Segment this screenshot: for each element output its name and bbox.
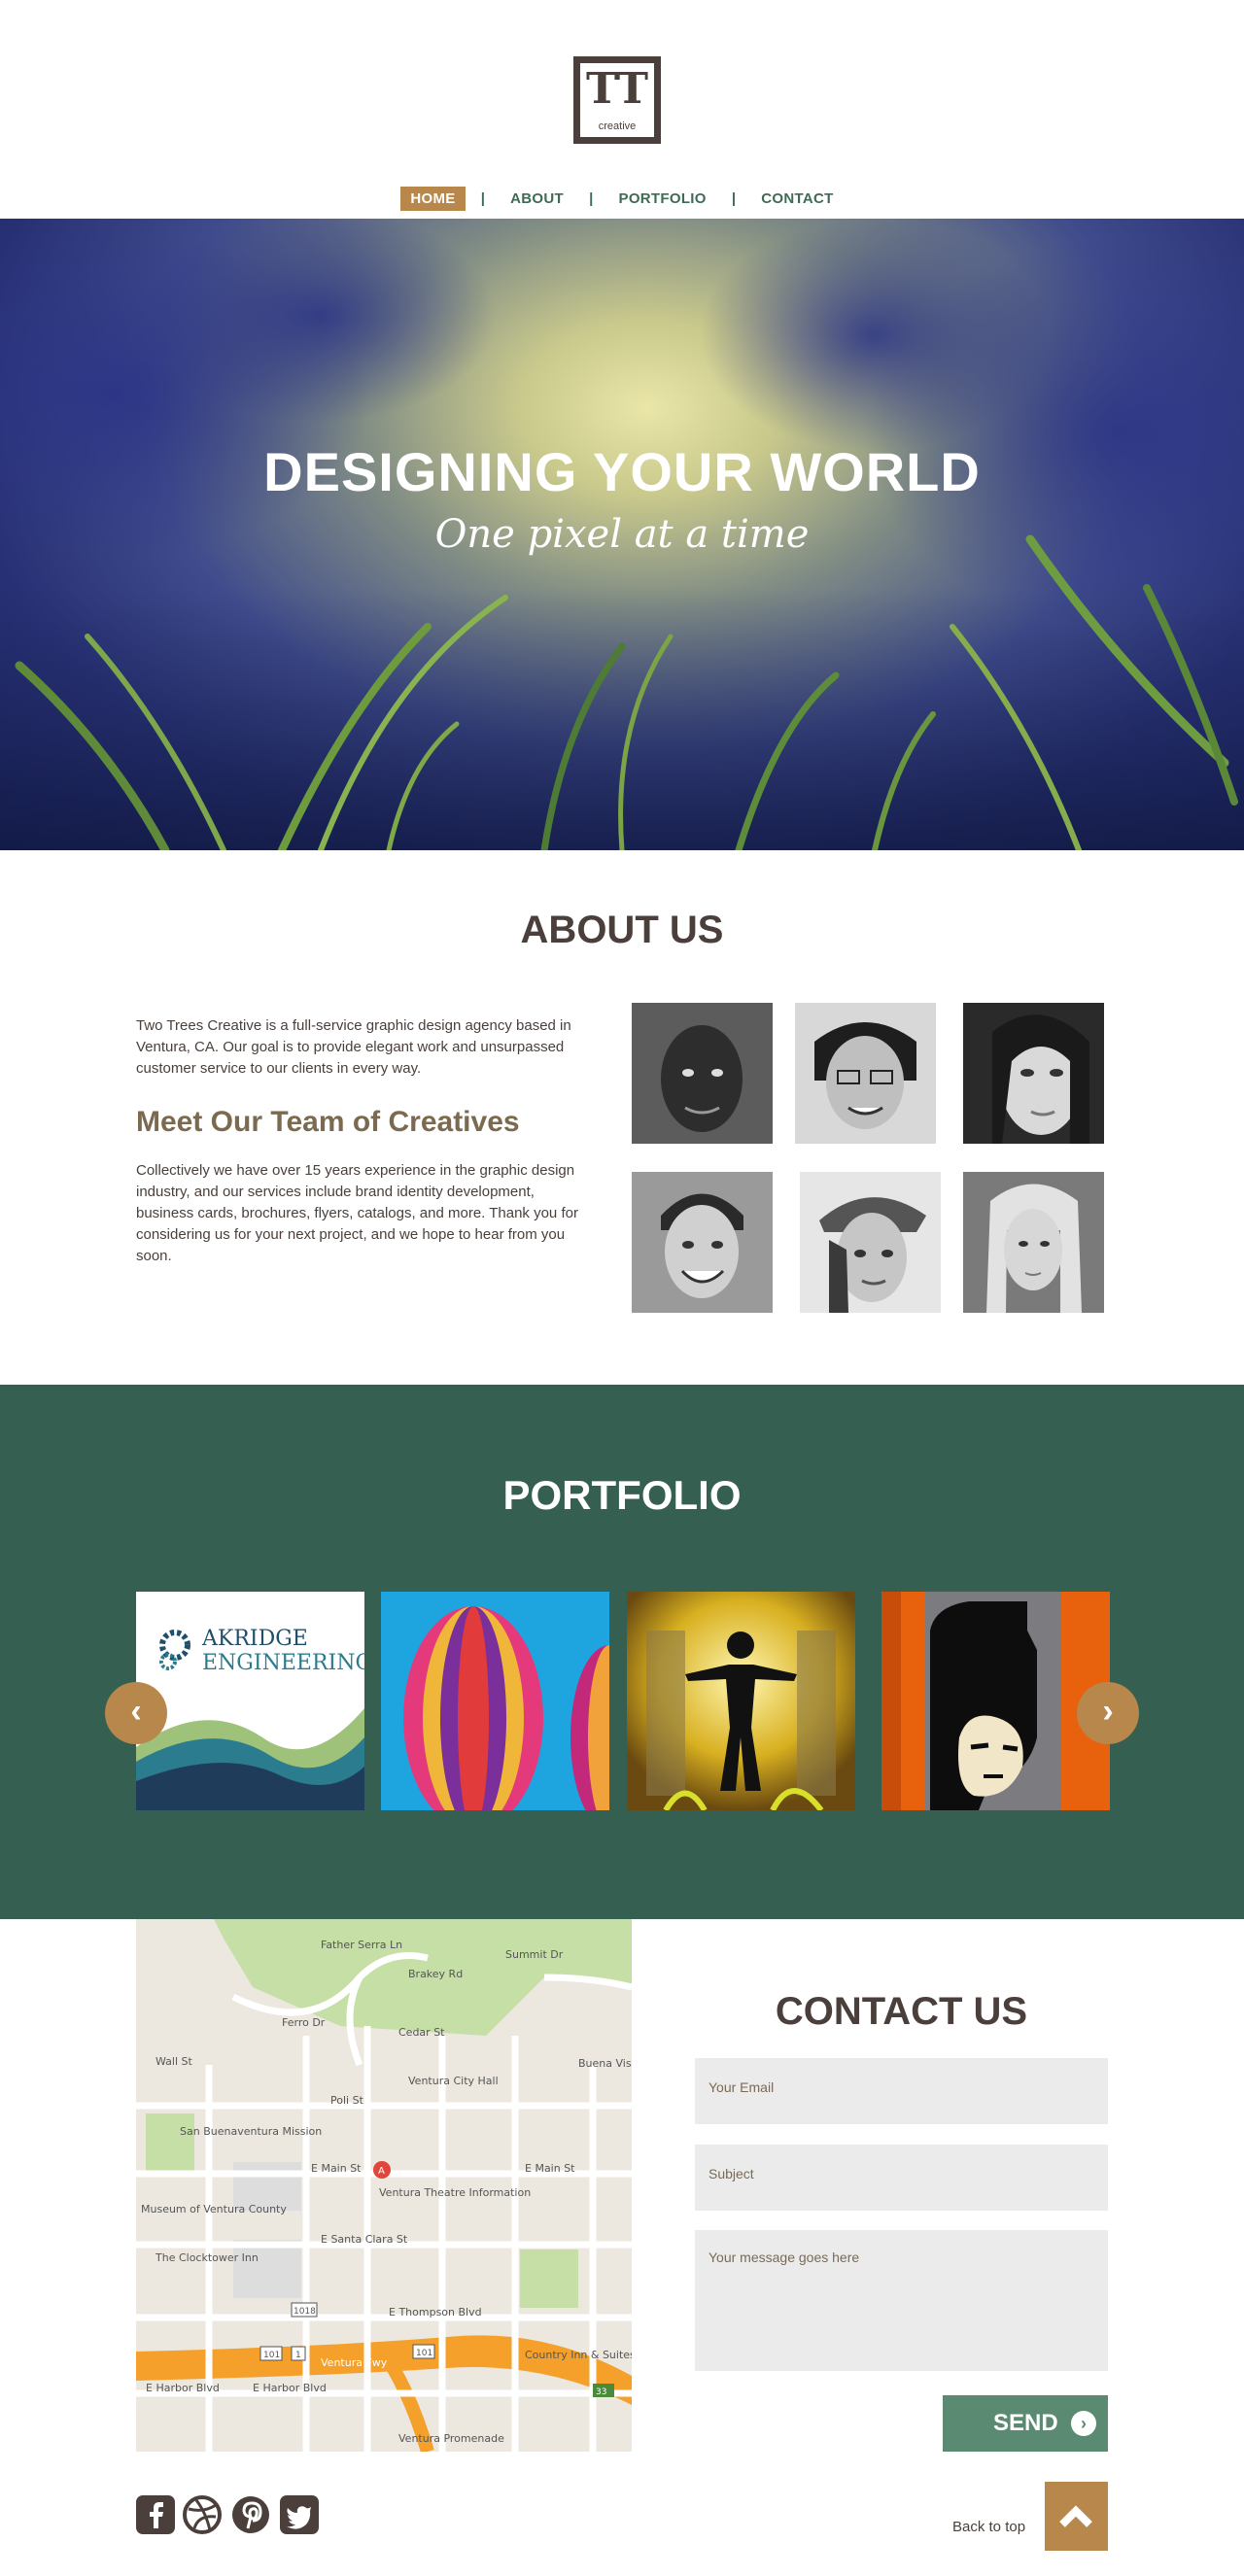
- logo-text: creative: [598, 120, 637, 132]
- send-button[interactable]: SEND ›: [943, 2395, 1108, 2452]
- map-label-theatre: Ventura Theatre Information: [379, 2186, 531, 2199]
- message-field[interactable]: Your message goes here: [695, 2230, 1108, 2371]
- map-label-ferro: Ferro Dr: [282, 2016, 326, 2029]
- map-label-summit: Summit Dr: [505, 1948, 564, 1961]
- back-to-top-button[interactable]: [1045, 2482, 1108, 2551]
- portfolio-title: PORTFOLIO: [502, 1472, 742, 1518]
- email-field[interactable]: Your Email: [695, 2058, 1108, 2124]
- about-title: ABOUT US: [520, 909, 724, 951]
- team-title: Meet Our Team of Creatives: [136, 1106, 520, 1138]
- contact-title: CONTACT US: [775, 1990, 1028, 2033]
- map-shield-1: 1: [295, 2351, 301, 2360]
- hero-banner: DESIGNING YOUR WORLD One pixel at a time: [0, 219, 1244, 850]
- site-header: TT creative HOME | ABOUT | PORTFOLIO | C…: [0, 0, 1244, 219]
- nav-separator: |: [731, 190, 737, 207]
- nav-about[interactable]: ABOUT: [501, 187, 573, 211]
- team-member-photo[interactable]: [963, 1003, 1104, 1144]
- main-nav: HOME | ABOUT | PORTFOLIO | CONTACT: [0, 187, 1244, 211]
- akridge-line1: AKRIDGE: [201, 1627, 308, 1651]
- map-label-thompson: E Thompson Blvd: [389, 2306, 482, 2318]
- map-label-poli: Poli St: [330, 2094, 364, 2107]
- map-label-main-2: E Main St: [525, 2162, 575, 2175]
- about-intro: Two Trees Creative is a full-service gra…: [136, 1017, 571, 1077]
- map-label-harbor-2: E Harbor Blvd: [253, 2382, 327, 2394]
- nav-portfolio[interactable]: PORTFOLIO: [609, 187, 716, 211]
- map-label-promenade: Ventura Promenade: [398, 2432, 504, 2445]
- nav-separator: |: [589, 190, 594, 207]
- map-label-santa-clara: E Santa Clara St: [321, 2233, 408, 2246]
- map-shield-1018: 1018: [294, 2307, 316, 2317]
- map-label-father-serra: Father Serra Ln: [321, 1939, 402, 1951]
- map-shield-101-2: 101: [416, 2349, 432, 2358]
- chevron-up-icon: [1059, 2505, 1092, 2527]
- team-text: Collectively we have over 15 years exper…: [136, 1162, 578, 1264]
- portfolio-section: PORTFOLIO AKRIDGE ENGINEERING ‹ ›: [0, 1385, 1244, 1919]
- map-label-buena-vista: Buena Vis: [578, 2057, 632, 2070]
- facebook-icon[interactable]: [136, 2495, 175, 2534]
- portfolio-item-stencil-portrait[interactable]: [881, 1592, 1110, 1810]
- subject-field[interactable]: Subject: [695, 2145, 1108, 2211]
- nav-home[interactable]: HOME: [400, 187, 466, 211]
- akridge-line2: ENGINEERING: [202, 1651, 364, 1675]
- team-member-photo[interactable]: [800, 1172, 941, 1313]
- dribbble-icon[interactable]: [183, 2495, 222, 2534]
- map-label-country-inn: Country Inn & Suites By Carlson Ven: [525, 2349, 632, 2361]
- carousel-next-button[interactable]: ›: [1077, 1682, 1139, 1744]
- map-label-harbor: E Harbor Blvd: [146, 2382, 220, 2394]
- carousel-prev-button[interactable]: ‹: [105, 1682, 167, 1744]
- logo-mark: TT: [586, 64, 648, 114]
- twitter-icon[interactable]: [280, 2495, 319, 2534]
- team-member-photo[interactable]: [795, 1003, 936, 1144]
- map-marker-label: A: [378, 2166, 385, 2177]
- map-shield-33: 33: [596, 2387, 606, 2397]
- nav-separator: |: [480, 190, 485, 207]
- portfolio-item-silhouette[interactable]: [627, 1592, 855, 1810]
- map-label-clocktower: The Clocktower Inn: [155, 2251, 259, 2264]
- map-label-wall: Wall St: [156, 2055, 193, 2068]
- team-member-photo[interactable]: [963, 1172, 1104, 1313]
- team-member-photo[interactable]: [632, 1172, 773, 1313]
- map-label-mission: San Buenaventura Mission: [180, 2125, 322, 2138]
- chevron-right-icon: ›: [1071, 2411, 1096, 2436]
- hero-title: DESIGNING YOUR WORLD: [263, 441, 981, 502]
- map-label-city-hall: Ventura City Hall: [408, 2075, 499, 2087]
- map-label-main: E Main St: [311, 2162, 362, 2175]
- map-label-fwy: Ventura Fwy: [321, 2356, 388, 2369]
- logo[interactable]: TT creative: [573, 56, 661, 144]
- send-label: SEND: [993, 2410, 1058, 2436]
- team-member-photo[interactable]: [632, 1003, 773, 1144]
- pinterest-icon[interactable]: [231, 2495, 270, 2534]
- map-label-cedar: Cedar St: [398, 2026, 445, 2039]
- portfolio-item-akridge[interactable]: AKRIDGE ENGINEERING: [136, 1592, 364, 1810]
- portfolio-item-balloons[interactable]: [381, 1592, 609, 1810]
- map-label-brakey: Brakey Rd: [408, 1968, 463, 1980]
- hero-subtitle: One pixel at a time: [434, 512, 810, 557]
- map-label-museum: Museum of Ventura County: [141, 2203, 287, 2215]
- location-map[interactable]: Poli St E Main St E Main St E Santa Clar…: [136, 1919, 632, 2452]
- back-to-top-label[interactable]: Back to top: [952, 2519, 1025, 2535]
- map-shield-101: 101: [263, 2351, 280, 2360]
- nav-contact[interactable]: CONTACT: [751, 187, 843, 211]
